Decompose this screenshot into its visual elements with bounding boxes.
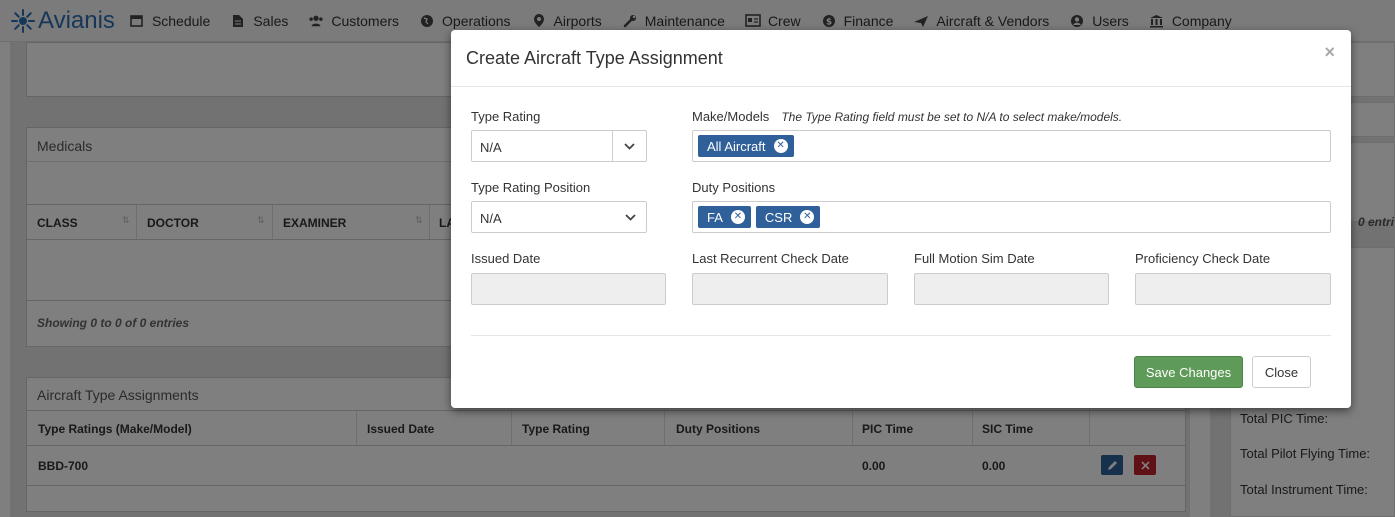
type-rating-position-label: Type Rating Position bbox=[471, 180, 591, 195]
make-models-input[interactable]: All Aircraft ✕ bbox=[692, 130, 1331, 162]
modal-footer-divider bbox=[471, 335, 1331, 336]
modal-header: Create Aircraft Type Assignment × bbox=[451, 30, 1351, 87]
remove-tag-icon[interactable]: ✕ bbox=[800, 210, 815, 224]
tag-label: All Aircraft bbox=[707, 138, 766, 154]
type-rating-position-value: N/A bbox=[480, 211, 502, 226]
chevron-down-icon bbox=[625, 214, 636, 221]
dropdown-toggle[interactable] bbox=[612, 131, 646, 161]
type-rating-label: Type Rating bbox=[471, 109, 541, 124]
duty-positions-input[interactable]: FA ✕ CSR ✕ bbox=[692, 201, 1331, 233]
type-rating-position-select[interactable]: N/A bbox=[471, 201, 647, 233]
close-button[interactable]: Close bbox=[1252, 356, 1311, 388]
make-models-label-row: Make/Models The Type Rating field must be… bbox=[692, 109, 1122, 124]
issued-date-input[interactable] bbox=[471, 273, 666, 305]
create-aircraft-type-assignment-modal: Create Aircraft Type Assignment × Type R… bbox=[451, 30, 1351, 408]
chevron-down-icon bbox=[624, 142, 635, 150]
make-models-label: Make/Models bbox=[692, 109, 770, 124]
tag-label: CSR bbox=[764, 209, 793, 225]
duty-positions-label: Duty Positions bbox=[692, 180, 776, 195]
last-recurrent-date-input[interactable] bbox=[692, 273, 888, 305]
type-rating-value: N/A bbox=[480, 140, 502, 155]
tag-fa: FA ✕ bbox=[698, 206, 751, 228]
tag-all-aircraft: All Aircraft ✕ bbox=[698, 135, 794, 157]
proficiency-check-label: Proficiency Check Date bbox=[1135, 251, 1271, 266]
remove-tag-icon[interactable]: ✕ bbox=[730, 210, 745, 224]
modal-title: Create Aircraft Type Assignment bbox=[466, 48, 723, 68]
tag-label: FA bbox=[707, 209, 723, 225]
save-changes-button[interactable]: Save Changes bbox=[1134, 356, 1243, 388]
full-motion-sim-label: Full Motion Sim Date bbox=[914, 251, 1035, 266]
last-recurrent-label: Last Recurrent Check Date bbox=[692, 251, 849, 266]
modal-close-icon[interactable]: × bbox=[1324, 42, 1335, 63]
make-models-note: The Type Rating field must be set to N/A… bbox=[781, 110, 1123, 124]
proficiency-check-date-input[interactable] bbox=[1135, 273, 1331, 305]
full-motion-sim-date-input[interactable] bbox=[914, 273, 1109, 305]
issued-date-label: Issued Date bbox=[471, 251, 541, 266]
tag-csr: CSR ✕ bbox=[755, 206, 821, 228]
type-rating-select[interactable]: N/A bbox=[471, 130, 647, 162]
remove-tag-icon[interactable]: ✕ bbox=[773, 139, 788, 153]
